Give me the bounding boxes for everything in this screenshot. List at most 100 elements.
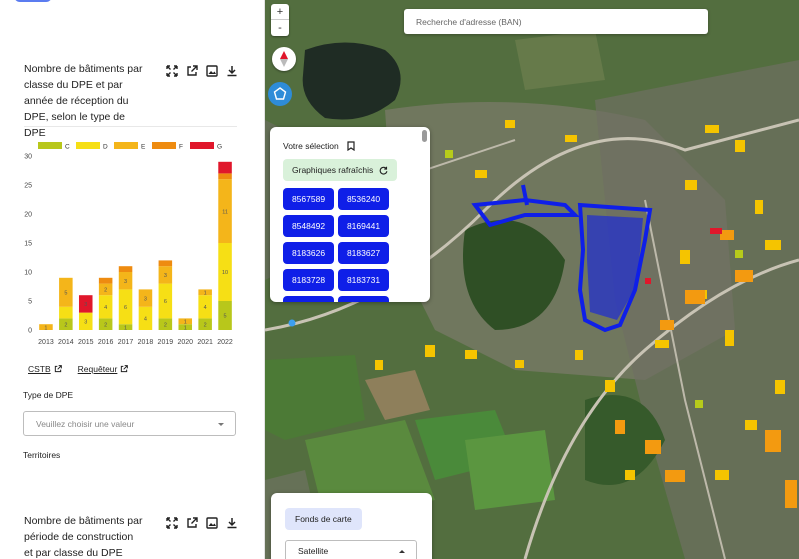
data-label: 5: [224, 314, 227, 320]
compass-button[interactable]: [272, 47, 296, 71]
legend-label: G: [217, 144, 222, 151]
data-label: 1: [44, 325, 47, 331]
chevron-up-icon: [399, 550, 405, 553]
image-icon[interactable]: [206, 517, 218, 529]
building-id-chip[interactable]: [283, 296, 334, 302]
refresh-label: Graphiques rafraîchis: [292, 165, 374, 175]
address-search-input[interactable]: Recherche d'adresse (BAN): [404, 9, 708, 34]
x-tick-label: 2021: [197, 339, 213, 346]
external-link-icon: [121, 365, 129, 373]
x-tick-label: 2019: [158, 339, 174, 346]
data-label: 3: [124, 279, 127, 285]
zoom-out-button[interactable]: -: [271, 20, 289, 36]
legend-swatch: [114, 142, 138, 149]
data-label: 3: [164, 273, 167, 279]
x-tick-label: 2017: [118, 339, 134, 346]
legend-label: F: [179, 144, 183, 151]
data-label: 2: [204, 322, 207, 328]
data-label: 3: [84, 320, 87, 326]
data-label: 2: [164, 322, 167, 328]
x-tick-label: 2022: [217, 339, 233, 346]
data-label: 3: [84, 302, 87, 308]
x-tick-label: 2014: [58, 339, 74, 346]
building-id-chip[interactable]: 8567589: [283, 188, 334, 210]
building-id-chip[interactable]: 8183627: [338, 242, 389, 264]
building-id-chip[interactable]: 8169441: [338, 215, 389, 237]
chart1-title: Nombre de bâtiments par classe du DPE et…: [24, 63, 143, 139]
y-tick-label: 25: [24, 183, 32, 190]
basemap-panel: Fonds de carte Satellite: [271, 493, 432, 559]
bar-segment: [118, 266, 133, 272]
chevron-down-icon: [218, 423, 224, 426]
cstb-link[interactable]: CSTB: [28, 364, 62, 374]
legend-swatch: [152, 142, 176, 149]
basemap-select[interactable]: Satellite: [285, 540, 417, 559]
data-label: 1: [184, 325, 187, 331]
selection-scrollbar[interactable]: [422, 130, 427, 142]
bar-segment: [158, 260, 173, 267]
requeteur-link-label: Requêteur: [77, 364, 118, 374]
bookmark-icon[interactable]: [347, 141, 355, 151]
x-tick-label: 2015: [78, 339, 94, 346]
basemap-selected: Satellite: [298, 546, 329, 556]
download-icon[interactable]: [226, 517, 238, 529]
selection-title: Votre sélection: [283, 141, 339, 151]
data-label: 11: [222, 209, 228, 215]
data-label: 2: [104, 288, 107, 294]
type-dpe-placeholder: Veuillez choisir une valeur: [36, 419, 135, 429]
dpe-year-chart: C D E F G05101520253012013252014332015242201…: [24, 142, 233, 346]
compass-icon: [280, 51, 288, 67]
expand-icon[interactable]: [166, 517, 178, 529]
data-label: 4: [104, 305, 107, 311]
type-dpe-label: Type de DPE: [23, 390, 74, 400]
building-id-chip[interactable]: 8183731: [338, 269, 389, 291]
data-label: 4: [144, 317, 147, 323]
data-label: 6: [164, 299, 167, 305]
building-id-chip[interactable]: 8536240: [338, 188, 389, 210]
y-tick-label: 5: [28, 299, 32, 306]
data-label: 10: [222, 270, 228, 276]
chart2-toolbar: [166, 517, 238, 529]
layers-button[interactable]: [268, 82, 292, 106]
legend-swatch: [38, 142, 62, 149]
data-label: 5: [64, 291, 67, 297]
building-id-chip[interactable]: 8183626: [283, 242, 334, 264]
top-tab-indicator[interactable]: [14, 0, 52, 2]
data-label: 6: [124, 305, 127, 311]
building-id-chip[interactable]: [338, 296, 389, 302]
type-dpe-select[interactable]: Veuillez choisir une valeur: [23, 411, 236, 436]
cstb-link-label: CSTB: [28, 364, 51, 374]
bar-segment: [98, 277, 113, 284]
legend-label: D: [103, 144, 108, 151]
data-label: 3: [144, 296, 147, 302]
external-link-icon[interactable]: [186, 65, 198, 77]
legend-label: E: [141, 144, 146, 151]
source-links: CSTB Requêteur: [28, 364, 129, 374]
refresh-charts-button[interactable]: Graphiques rafraîchis: [283, 159, 398, 181]
requeteur-link[interactable]: Requêteur: [78, 364, 129, 374]
download-icon[interactable]: [226, 65, 238, 77]
selected-building-ids: 8567589 8536240 8548492 8169441 8183626 …: [283, 188, 389, 302]
x-tick-label: 2013: [38, 339, 54, 346]
zoom-in-button[interactable]: +: [271, 4, 289, 20]
building-id-chip[interactable]: 8548492: [283, 215, 334, 237]
legend-label: C: [65, 144, 70, 151]
chart1-toolbar: [166, 65, 238, 77]
data-label: 4: [204, 305, 207, 311]
bar-segment: [218, 173, 232, 180]
polygon-icon: [273, 87, 287, 100]
image-icon[interactable]: [206, 65, 218, 77]
expand-icon[interactable]: [166, 65, 178, 77]
data-label: 1: [204, 291, 207, 297]
legend-swatch: [76, 142, 100, 149]
territoires-label: Territoires: [23, 450, 61, 460]
divider: [24, 126, 237, 127]
y-tick-label: 15: [24, 241, 32, 248]
x-tick-label: 2020: [177, 339, 193, 346]
satellite-map[interactable]: + - Recherche d'adresse (BAN) Votre séle…: [265, 0, 799, 559]
building-id-chip[interactable]: 8183728: [283, 269, 334, 291]
basemap-button[interactable]: Fonds de carte: [285, 508, 362, 530]
external-link-icon[interactable]: [186, 517, 198, 529]
selection-panel: Votre sélection Graphiques rafraîchis 85…: [270, 127, 430, 302]
y-tick-label: 0: [28, 328, 32, 335]
